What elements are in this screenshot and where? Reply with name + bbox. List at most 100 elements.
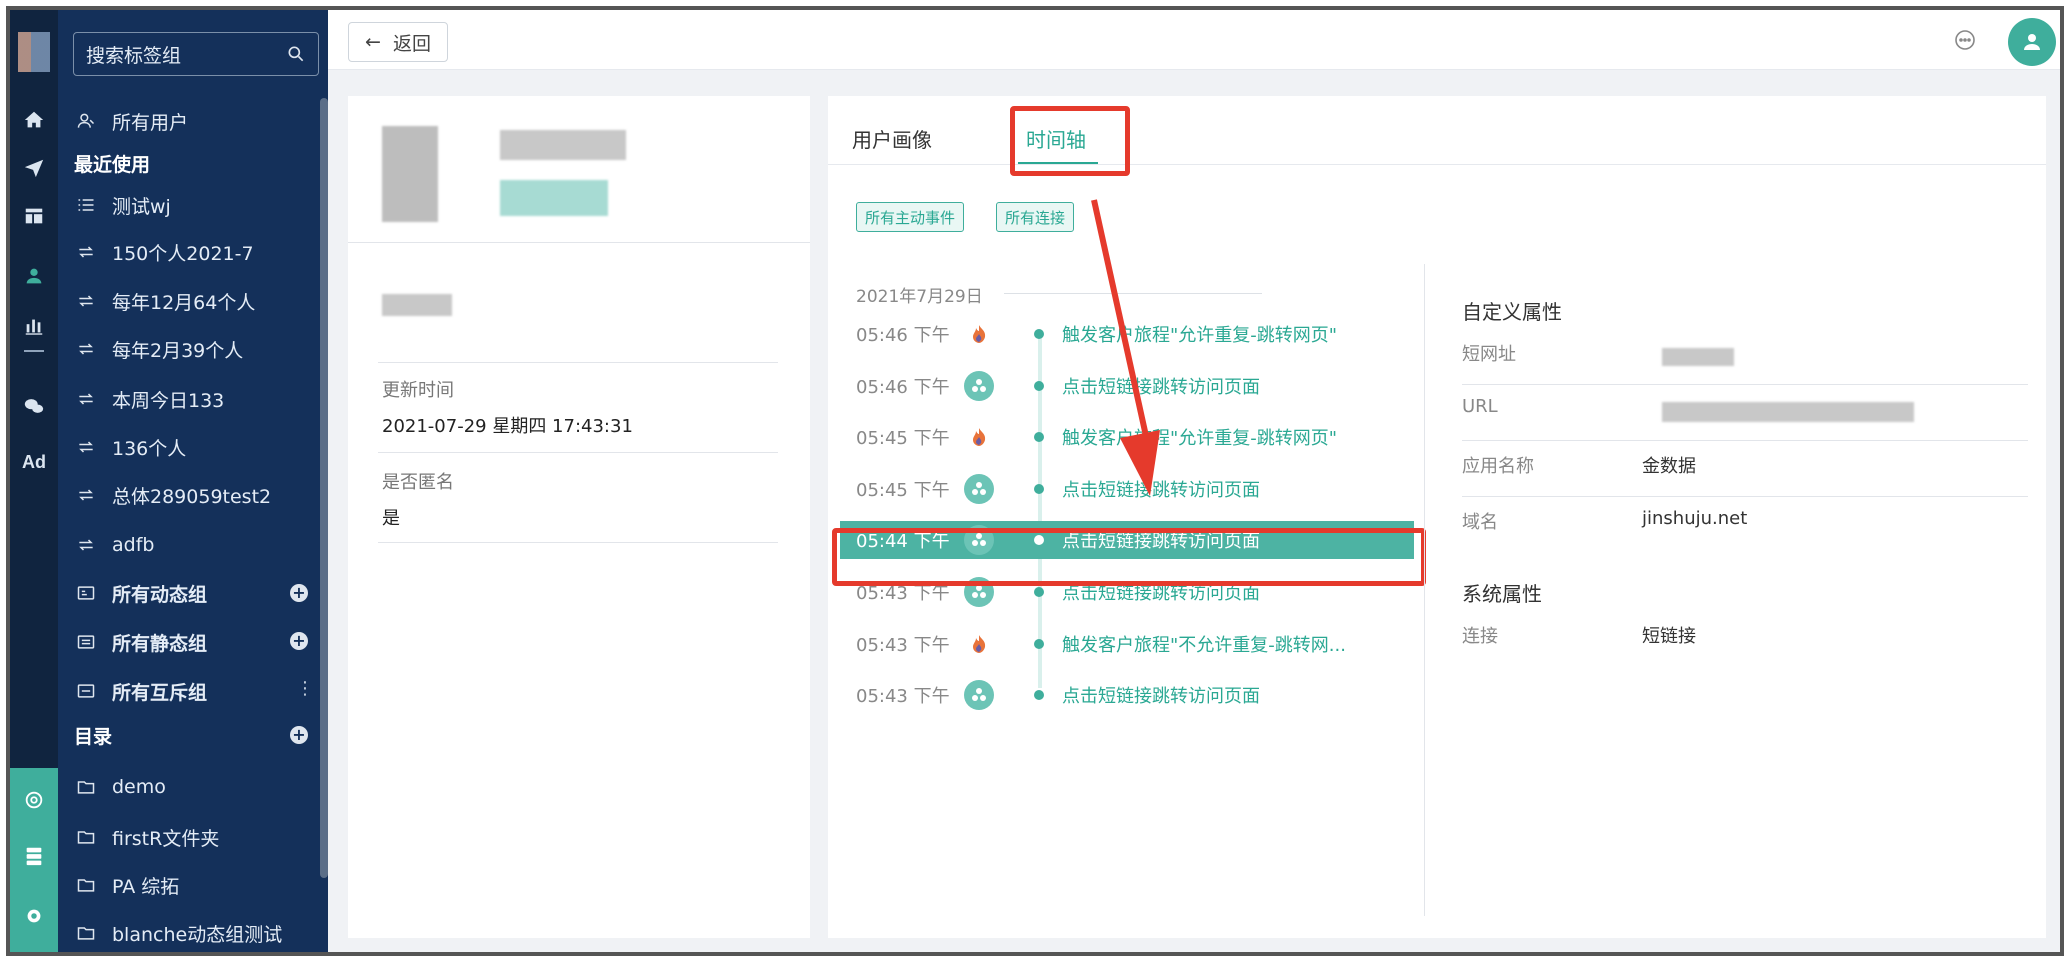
sidebar-scrollbar[interactable] [320, 98, 328, 878]
more-options-icon[interactable]: ⋮ [296, 678, 314, 699]
app-window: Ad 搜索标签组 所有用户 最近使用 测试wj 150个人2021-7 每年12… [6, 6, 2064, 956]
system-properties-title: 系统属性 [1462, 582, 1542, 606]
tag-group-sidebar: 搜索标签组 所有用户 最近使用 测试wj 150个人2021-7 每年12月64… [58, 10, 328, 952]
timeline-event[interactable]: 05:46 下午 点击短链接跳转访问页面 [840, 367, 1414, 405]
users-icon [74, 109, 98, 133]
sidebar-item-dynamic-groups[interactable]: 所有动态组 [74, 578, 207, 608]
flame-icon [964, 629, 994, 659]
flame-icon [964, 422, 994, 452]
user-avatar[interactable] [2008, 18, 2056, 66]
event-time: 05:45 下午 [856, 428, 950, 449]
property-value-redacted [1662, 402, 1914, 422]
folder-icon [74, 825, 98, 849]
search-input[interactable]: 搜索标签组 [73, 32, 319, 76]
timeline-event[interactable]: 05:43 下午 触发客户旅程"不允许重复-跳转网... [840, 625, 1414, 663]
profile-card: 更新时间 2021-07-29 星期四 17:43:31 是否匿名 是 [348, 96, 810, 938]
sidebar-item-label: blanche动态组测试 [112, 923, 283, 946]
annotation-highlight-box [832, 528, 1426, 586]
group-icon [74, 679, 98, 703]
update-time-value: 2021-07-29 星期四 17:43:31 [382, 416, 633, 437]
timeline-event[interactable]: 05:45 下午 点击短链接跳转访问页面 [840, 470, 1414, 508]
chat-icon[interactable] [1953, 28, 1977, 52]
event-description[interactable]: 触发客户旅程"不允许重复-跳转网... [1062, 631, 1346, 657]
sidebar-item-label: 测试wj [112, 195, 171, 218]
timeline-dot [1034, 690, 1044, 700]
wechat-icon[interactable] [22, 394, 46, 418]
server-icon[interactable] [22, 844, 46, 868]
sidebar-item-folder[interactable]: demo [74, 772, 166, 802]
timeline-event[interactable]: 05:46 下午 触发客户旅程"允许重复-跳转网页" [840, 315, 1414, 353]
date-divider [1004, 293, 1262, 294]
timeline-dot [1034, 432, 1044, 442]
add-dynamic-group-button[interactable]: + [290, 584, 308, 602]
divider [1462, 384, 2028, 385]
sidebar-item-recent[interactable]: 总体289059test2 [74, 480, 271, 510]
sidebar-item-recent[interactable]: 每年2月39个人 [74, 334, 243, 364]
timeline-dot [1034, 587, 1044, 597]
send-icon[interactable] [22, 156, 46, 180]
bar-chart-icon[interactable] [22, 314, 46, 338]
sidebar-item-recent[interactable]: 每年12月64个人 [74, 286, 255, 316]
link-circle-icon [964, 680, 994, 710]
profile-photo-redacted [382, 126, 438, 222]
event-description[interactable]: 点击短链接跳转访问页面 [1062, 373, 1260, 399]
settings-icon[interactable] [22, 904, 46, 928]
recent-heading: 最近使用 [74, 153, 151, 176]
sidebar-item-exclusive-groups[interactable]: 所有互斥组 [74, 676, 207, 706]
event-description[interactable]: 触发客户旅程"允许重复-跳转网页" [1062, 424, 1337, 450]
timeline-dot [1034, 329, 1044, 339]
tab-user-portrait[interactable]: 用户画像 [852, 118, 932, 158]
layout-icon[interactable] [22, 204, 46, 228]
sidebar-item-all-users[interactable]: 所有用户 [74, 106, 188, 136]
add-folder-button[interactable]: + [290, 726, 308, 744]
hub-icon[interactable] [22, 788, 46, 812]
sidebar-item-recent[interactable]: 150个人2021-7 [74, 237, 254, 267]
timeline-event[interactable]: 05:43 下午 点击短链接跳转访问页面 [840, 676, 1414, 714]
divider [1462, 496, 2028, 497]
search-placeholder: 搜索标签组 [86, 44, 182, 67]
home-icon[interactable] [22, 108, 46, 132]
sidebar-item-label: 每年12月64个人 [112, 291, 256, 314]
user-icon[interactable] [22, 264, 46, 288]
sidebar-item-label: adfb [112, 534, 155, 556]
sidebar-item-label: firstR文件夹 [112, 827, 220, 850]
property-value: 金数据 [1642, 456, 1696, 477]
sidebar-item-recent[interactable]: 136个人 [74, 432, 186, 462]
list-icon [74, 193, 98, 217]
search-icon[interactable] [286, 44, 306, 64]
filter-all-active-events[interactable]: 所有主动事件 [856, 202, 965, 232]
property-value: 短链接 [1642, 626, 1696, 647]
divider [378, 542, 778, 543]
sidebar-item-folder[interactable]: blanche动态组测试 [74, 918, 282, 948]
timeline-event[interactable]: 05:45 下午 触发客户旅程"允许重复-跳转网页" [840, 418, 1414, 456]
property-label: 应用名称 [1462, 456, 1534, 477]
property-label: URL [1462, 396, 1498, 417]
sidebar-item-recent[interactable]: 本周今日133 [74, 384, 224, 414]
back-button[interactable]: ← 返回 [348, 22, 448, 62]
event-description[interactable]: 点击短链接跳转访问页面 [1062, 476, 1260, 502]
sync-icon [74, 289, 98, 313]
annotation-highlight-box [1010, 106, 1130, 176]
sidebar-item-recent[interactable]: 测试wj [74, 190, 171, 220]
sidebar-item-label: 所有静态组 [112, 632, 208, 655]
event-description[interactable]: 触发客户旅程"允许重复-跳转网页" [1062, 321, 1337, 347]
sidebar-item-folder[interactable]: firstR文件夹 [74, 822, 219, 852]
sidebar-item-label: PA 综拓 [112, 875, 180, 898]
sidebar-item-label: 总体289059test2 [112, 485, 272, 508]
folder-icon [74, 873, 98, 897]
event-description[interactable]: 点击短链接跳转访问页面 [1062, 682, 1260, 708]
ad-icon[interactable]: Ad [22, 450, 46, 474]
property-value: jinshuju.net [1642, 508, 1748, 529]
sidebar-item-recent[interactable]: adfb [74, 530, 154, 560]
sidebar-item-label: demo [112, 776, 166, 798]
sidebar-item-label: 本周今日133 [112, 389, 225, 412]
sync-icon [74, 337, 98, 361]
sidebar-item-folder[interactable]: PA 综拓 [74, 870, 179, 900]
sidebar-item-label: 136个人 [112, 437, 187, 460]
filter-all-connections[interactable]: 所有连接 [996, 202, 1075, 232]
sidebar-item-label: 所有动态组 [112, 583, 208, 606]
event-time: 05:46 下午 [856, 325, 950, 346]
sidebar-item-static-groups[interactable]: 所有静态组 [74, 627, 207, 657]
divider [348, 242, 810, 243]
add-static-group-button[interactable]: + [290, 632, 308, 650]
